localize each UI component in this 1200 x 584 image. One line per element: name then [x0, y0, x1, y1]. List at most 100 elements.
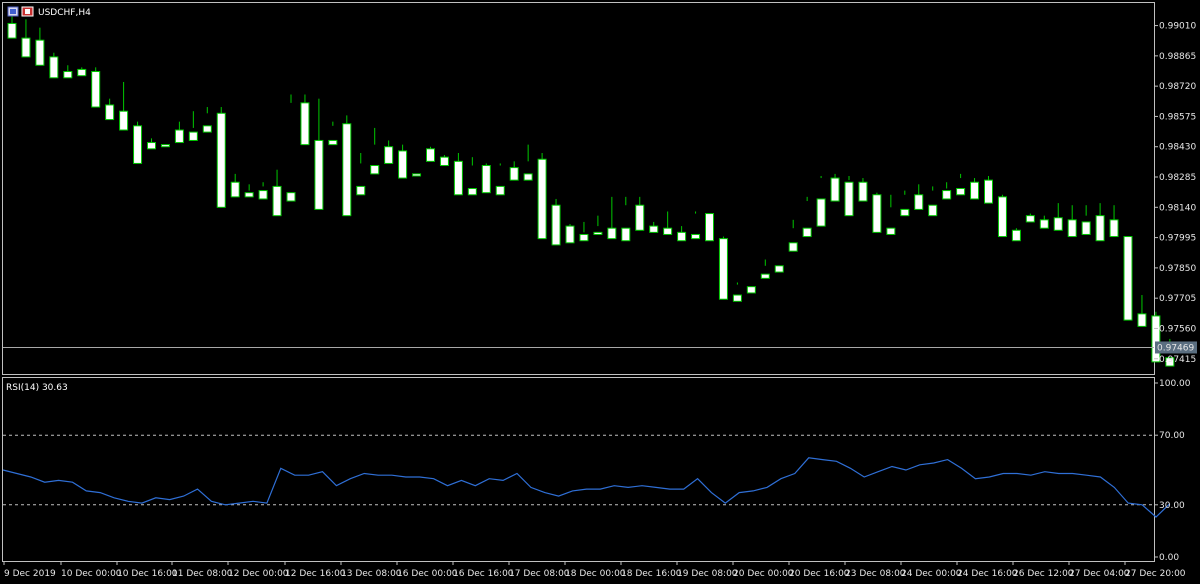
rsi-tick-label: 0.00 [1159, 553, 1179, 563]
candle [844, 175, 854, 217]
candle [314, 98, 324, 210]
time-tick-label: 17 Dec 08:00 [509, 569, 570, 579]
time-tick-label: 26 Dec 12:00 [1013, 569, 1074, 579]
bear-candle-body [119, 110, 129, 131]
time-tick-label: 27 Dec 20:00 [1125, 569, 1186, 579]
candle [133, 121, 143, 164]
bear-candle-body [1095, 215, 1105, 242]
bear-candle-body [1025, 215, 1035, 223]
bear-candle-body [342, 123, 352, 217]
candle [398, 144, 408, 179]
bear-candle-body [746, 286, 756, 294]
bear-candle-body [160, 144, 170, 148]
candle [997, 194, 1007, 238]
price-tick-label: 0.97415 [1159, 355, 1196, 365]
candle [230, 173, 240, 198]
candle [774, 265, 784, 273]
candle [216, 107, 226, 208]
bear-candle-body [621, 227, 631, 242]
candle [272, 169, 282, 217]
candle [579, 221, 589, 242]
bear-candle-body [914, 194, 924, 210]
candle [1109, 205, 1119, 238]
candle [49, 52, 59, 79]
bear-candle-body [774, 265, 784, 273]
candle [481, 163, 491, 194]
bear-candle-body [635, 204, 645, 231]
bear-candle-body [133, 125, 143, 164]
candle [1067, 205, 1077, 238]
candle [174, 121, 184, 144]
bear-candle-body [732, 294, 742, 302]
candle [607, 196, 617, 240]
candle [900, 190, 910, 217]
bear-candle-body [858, 181, 868, 202]
bear-candle-body [830, 177, 840, 202]
candle [286, 94, 296, 202]
bear-candle-body [649, 225, 659, 233]
bear-candle-body [7, 22, 17, 39]
bear-candle-body [49, 56, 59, 79]
bear-candle-body [91, 71, 101, 108]
candle [649, 221, 659, 233]
candle [523, 144, 533, 181]
candle [495, 163, 505, 196]
bear-candle-body [970, 181, 980, 200]
bear-candle-body [174, 129, 184, 144]
price-tick-label: 0.99010 [1159, 22, 1196, 32]
candle [244, 184, 254, 198]
candle [467, 157, 477, 196]
bear-candle-body [997, 196, 1007, 238]
bear-candle-body [802, 227, 812, 238]
candle [802, 196, 812, 238]
time-tick-label: 16 Dec 16:00 [453, 569, 514, 579]
bear-candle-body [272, 185, 282, 217]
candle [1025, 213, 1035, 223]
chart-canvas: 0.99010 0.98865 0.98720 0.98575 0.98430 0.982… [2, 2, 1197, 579]
candle [258, 182, 268, 200]
candle [105, 98, 115, 121]
bear-candle-body [537, 158, 547, 240]
price-tick-label: 0.98720 [1159, 82, 1196, 92]
candle [872, 192, 882, 233]
candle [732, 282, 742, 302]
price-tick-label: 0.98430 [1159, 143, 1196, 153]
candle [188, 111, 198, 141]
candle [1053, 203, 1063, 231]
time-tick-label: 18 Dec 16:00 [621, 569, 682, 579]
bear-candle-body [398, 150, 408, 179]
candle [1039, 215, 1049, 229]
price-tick-label: 0.98285 [1159, 173, 1196, 183]
candle [984, 175, 993, 204]
bear-candle-body [439, 156, 449, 167]
symbol-icon[interactable] [7, 6, 34, 17]
bear-candle-body [21, 37, 31, 58]
time-tick-label: 24 Dec 16:00 [957, 569, 1018, 579]
candle [621, 196, 631, 242]
bear-candle-body [356, 185, 366, 196]
candle [760, 259, 770, 279]
time-tick-label: 16 Dec 00:00 [397, 569, 458, 579]
candle [328, 121, 338, 146]
rsi-tick-label: 30.00 [1159, 501, 1185, 511]
bear-candle-body [426, 148, 435, 162]
bear-candle-body [523, 173, 533, 181]
candle [439, 155, 449, 167]
bear-candle-body [370, 165, 380, 175]
candle [91, 67, 101, 108]
bear-candle-body [314, 139, 324, 210]
bear-candle-body [216, 112, 226, 208]
time-tick-label: 12 Dec 16:00 [285, 569, 346, 579]
bear-candle-body [718, 238, 728, 300]
candle [663, 211, 673, 235]
bid-price-label: 0.97469 [1157, 343, 1194, 353]
symbol-title: USDCHF,H4 [38, 8, 91, 18]
time-tick-label: 10 Dec 16:00 [117, 569, 178, 579]
bear-candle-body [412, 173, 422, 177]
bear-candle-body [509, 167, 519, 181]
candle [1011, 228, 1021, 242]
price-tick-label: 0.97705 [1159, 294, 1196, 304]
bear-candle-body [551, 204, 561, 246]
bear-candle-body [900, 208, 910, 217]
bear-candle-body [956, 188, 966, 196]
